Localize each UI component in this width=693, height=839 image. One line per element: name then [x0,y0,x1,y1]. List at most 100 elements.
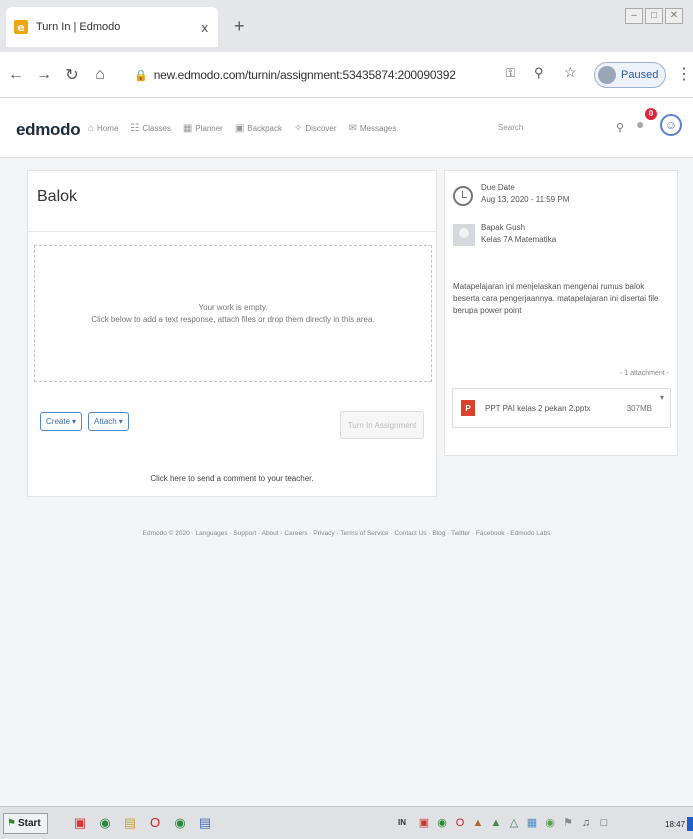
windows-flag-icon: ⚑ [7,818,16,829]
due-date-label: Due Date [481,183,515,192]
action-buttons: Create ▾ Attach ▾ [40,412,129,431]
attachment-item[interactable]: P PPT PAI kelas 2 pekan 2.pptx 307MB ▾ [452,388,671,428]
tray-speaker-icon[interactable]: ♫ [579,815,593,831]
assignment-card: Balok Your work is empty. Click below to… [27,170,437,497]
tab-title: Turn In | Edmodo [36,21,121,33]
powerpoint-file-icon: P [461,400,475,416]
attachment-filename: PPT PAI kelas 2 pekan 2.pptx [485,403,591,413]
edmodo-favicon-icon: e [14,20,28,34]
key-icon[interactable]: ⚿ [506,66,515,81]
teacher-avatar[interactable] [453,224,475,246]
start-button[interactable]: ⚑ Start [3,813,48,834]
nav-label: Planner [195,124,223,133]
assignment-description: Matapelajaran ini menjelaskan mengenai r… [453,282,659,315]
opera-icon[interactable]: O [147,815,163,831]
chevron-down-icon: ▾ [118,417,123,426]
attachment-count: - 1 attachment - [619,370,669,377]
quick-launch: ▣ ◉ ▤ O ◉ ▤ [72,815,213,831]
chevron-down-icon[interactable]: ▾ [660,393,664,402]
create-button[interactable]: Create ▾ [40,412,83,431]
backpack-icon: ▣ [234,123,245,134]
menu-kebab-icon[interactable]: ⋮ [676,64,692,84]
tray-network-icon[interactable]: ▦ [525,815,539,831]
search-input[interactable]: Search ⚲ [494,116,624,138]
assignment-details-card: Due Date Aug 13, 2020 - 11:59 PM Bapak G… [444,170,678,456]
browser-tab-strip: e Turn In | Edmodo x + – □ ✕ [0,0,693,52]
nav-label: Classes [142,124,171,133]
close-window-icon[interactable]: ✕ [665,8,683,24]
zoom-icon[interactable]: ⚲ [534,65,544,81]
edmodo-header: edmodo ⌂ Home ☷ Classes ▦ Planner ▣ Back… [0,98,693,158]
browser-toolbar: ← → ↻ ⌂ 🔒 new.edmodo.com/turnin/assignme… [0,52,693,98]
language-indicator[interactable]: IN [395,815,409,831]
nav-label: Home [97,124,119,133]
chrome-icon[interactable]: ◉ [97,815,113,831]
empty-message: Your work is empty. [198,303,268,312]
clock-icon [453,186,473,206]
work-drop-zone[interactable]: Your work is empty. Click below to add a… [34,245,432,382]
class-name[interactable]: Kelas 7A Matematika [481,235,556,244]
new-tab-button[interactable]: + [234,16,245,37]
tray-antivirus-icon[interactable]: ▲ [489,815,503,831]
messages-icon: ✉ [348,123,357,134]
nav-item-classes[interactable]: ☷ Classes [130,123,170,134]
discover-icon: ✧ [293,123,303,134]
planner-icon: ▦ [182,123,193,134]
nav-item-discover[interactable]: ✧ Discover [294,123,337,134]
show-desktop-button[interactable] [687,817,693,831]
forward-icon[interactable]: → [32,66,56,84]
folder-icon[interactable]: ▤ [122,815,138,831]
tray-opera-icon[interactable]: O [453,815,467,831]
edmodo-logo[interactable]: edmodo [16,120,81,140]
nav-item-home[interactable]: ⌂ Home [88,123,118,134]
tray-browser-icon[interactable]: ◉ [435,815,449,831]
attach-button[interactable]: Attach ▾ [88,412,129,431]
nav-item-planner[interactable]: ▦ Planner [183,123,223,134]
maximize-icon[interactable]: □ [645,8,663,24]
turn-in-button[interactable]: Turn In Assignment [340,411,424,439]
profile-avatar-icon [598,66,616,84]
reload-icon[interactable]: ↻ [60,65,84,85]
chrome-active-icon[interactable]: ◉ [172,815,188,831]
user-profile-icon[interactable]: ☺ [660,114,682,136]
search-icon[interactable]: ⚲ [616,121,624,134]
main-nav: ⌂ Home ☷ Classes ▦ Planner ▣ Backpack ✧ … [88,123,396,134]
nav-label: Discover [305,124,337,133]
nav-item-messages[interactable]: ✉ Messages [349,123,397,134]
bookmark-star-icon[interactable]: ☆ [564,64,577,81]
assignment-title: Balok [37,188,78,205]
home-icon: ⌂ [88,123,95,134]
minimize-icon[interactable]: – [625,8,643,24]
address-bar[interactable]: 🔒 new.edmodo.com/turnin/assignment:53435… [134,61,479,89]
tray-power-icon[interactable]: □ [597,815,611,831]
search-placeholder: Search [498,122,524,132]
lock-icon: 🔒 [134,69,148,82]
home-browser-icon[interactable]: ⌂ [88,66,112,84]
notification-badge: 0 [645,108,657,120]
tray-app-icon[interactable]: ▣ [417,815,431,831]
app-red-icon[interactable]: ▣ [72,815,88,831]
start-label: Start [17,818,41,829]
tray-chart-icon[interactable]: △ [507,815,521,831]
back-icon[interactable]: ← [4,66,28,84]
browser-tab[interactable]: e Turn In | Edmodo x [6,7,218,47]
nav-item-backpack[interactable]: ▣ Backpack [235,123,282,134]
notification-bell-icon[interactable]: ● [636,116,644,132]
divider [28,231,436,232]
tray-chat-icon[interactable]: ◉ [543,815,557,831]
tray-flag-icon[interactable]: ⚑ [561,815,575,831]
classes-icon: ☷ [130,123,140,134]
profile-paused-button[interactable]: Paused [594,62,666,88]
paused-label: Paused [621,69,659,81]
taskbar-clock[interactable]: 18:47 [665,820,685,829]
nav-label: Backpack [247,124,282,133]
system-tray: IN ▣ ◉ O ▲ ▲ △ ▦ ◉ ⚑ ♫ □ [395,815,611,831]
page-footer[interactable]: Edmodo © 2020 · Languages · Support · Ab… [0,530,693,537]
document-icon[interactable]: ▤ [197,815,213,831]
teacher-name[interactable]: Bapak Gush [481,223,525,232]
url-text: new.edmodo.com/turnin/assignment:5343587… [153,68,456,82]
send-comment-link[interactable]: Click here to send a comment to your tea… [28,474,436,483]
tray-tool-icon[interactable]: ▲ [471,815,485,831]
due-date-value: Aug 13, 2020 - 11:59 PM [481,195,570,204]
tab-close-icon[interactable]: x [202,20,209,35]
